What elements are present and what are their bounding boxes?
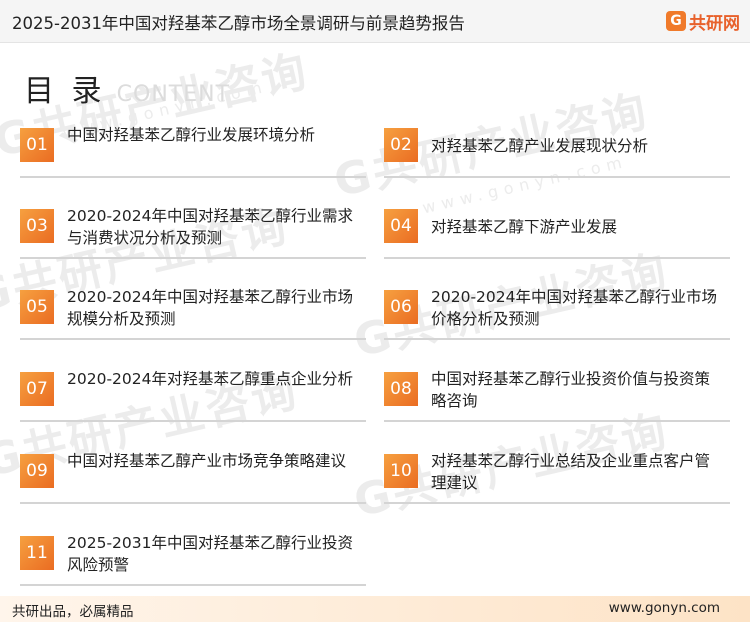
item-label: 对羟基苯乙醇下游产业发展 bbox=[431, 218, 618, 236]
item-number: 05 bbox=[20, 290, 54, 324]
toc-item-06[interactable]: 06 2020-2024年中国对羟基苯乙醇行业市场价格分析及预测 bbox=[384, 282, 730, 340]
item-number: 01 bbox=[20, 128, 54, 162]
item-number: 08 bbox=[384, 372, 418, 406]
item-number: 04 bbox=[384, 209, 418, 243]
footer-bar: 共研出品，必属精品 www.gonyn.com bbox=[0, 596, 750, 622]
toc-item-09[interactable]: 09 中国对羟基苯乙醇产业市场竞争策略建议 bbox=[20, 446, 366, 504]
item-number: 07 bbox=[20, 372, 54, 406]
toc-item-01[interactable]: 01 中国对羟基苯乙醇行业发展环境分析 bbox=[20, 120, 366, 178]
item-number: 06 bbox=[384, 290, 418, 324]
brand-logo[interactable]: G 共研网 bbox=[666, 9, 740, 34]
item-number: 09 bbox=[20, 454, 54, 488]
footer-slogan: 共研出品，必属精品 bbox=[12, 604, 134, 620]
item-label: 2025-2031年中国对羟基苯乙醇行业投资风险预警 bbox=[67, 534, 353, 574]
item-number: 02 bbox=[384, 128, 418, 162]
brand-name: 共研网 bbox=[689, 13, 740, 34]
toc-item-08[interactable]: 08 中国对羟基苯乙醇行业投资价值与投资策略咨询 bbox=[384, 364, 730, 422]
item-number: 11 bbox=[20, 536, 54, 570]
toc-item-11[interactable]: 11 2025-2031年中国对羟基苯乙醇行业投资风险预警 bbox=[20, 528, 366, 586]
item-label: 2020-2024年中国对羟基苯乙醇行业市场规模分析及预测 bbox=[67, 288, 353, 328]
item-label: 2020-2024年中国对羟基苯乙醇行业需求与消费状况分析及预测 bbox=[67, 207, 353, 247]
gonyn-logo-icon: G bbox=[666, 11, 686, 31]
toc-heading: 目 录 CONTENT bbox=[24, 66, 230, 110]
item-number: 03 bbox=[20, 209, 54, 243]
toc-title: 目 录 bbox=[24, 74, 106, 109]
item-label: 2020-2024年对羟基苯乙醇重点企业分析 bbox=[67, 370, 353, 388]
footer-url-link[interactable]: www.gonyn.com bbox=[609, 600, 720, 616]
item-label: 2020-2024年中国对羟基苯乙醇行业市场价格分析及预测 bbox=[431, 288, 717, 328]
item-number: 10 bbox=[384, 454, 418, 488]
toc-subtitle: CONTENT bbox=[116, 82, 231, 107]
item-label: 中国对羟基苯乙醇行业发展环境分析 bbox=[67, 126, 316, 144]
item-label: 对羟基苯乙醇行业总结及企业重点客户管理建议 bbox=[431, 452, 711, 492]
toc-item-04[interactable]: 04 对羟基苯乙醇下游产业发展 bbox=[384, 201, 730, 259]
item-label: 中国对羟基苯乙醇行业投资价值与投资策略咨询 bbox=[431, 370, 711, 410]
toc-item-03[interactable]: 03 2020-2024年中国对羟基苯乙醇行业需求与消费状况分析及预测 bbox=[20, 201, 366, 259]
toc-item-10[interactable]: 10 对羟基苯乙醇行业总结及企业重点客户管理建议 bbox=[384, 446, 730, 504]
toc-item-05[interactable]: 05 2020-2024年中国对羟基苯乙醇行业市场规模分析及预测 bbox=[20, 282, 366, 340]
item-label: 中国对羟基苯乙醇产业市场竞争策略建议 bbox=[67, 452, 347, 470]
toc-item-07[interactable]: 07 2020-2024年对羟基苯乙醇重点企业分析 bbox=[20, 364, 366, 422]
header-bar: 2025-2031年中国对羟基苯乙醇市场全景调研与前景趋势报告 G 共研网 bbox=[0, 0, 750, 43]
toc-item-02[interactable]: 02 对羟基苯乙醇产业发展现状分析 bbox=[384, 120, 730, 178]
report-title: 2025-2031年中国对羟基苯乙醇市场全景调研与前景趋势报告 bbox=[12, 14, 465, 33]
item-label: 对羟基苯乙醇产业发展现状分析 bbox=[431, 137, 649, 155]
